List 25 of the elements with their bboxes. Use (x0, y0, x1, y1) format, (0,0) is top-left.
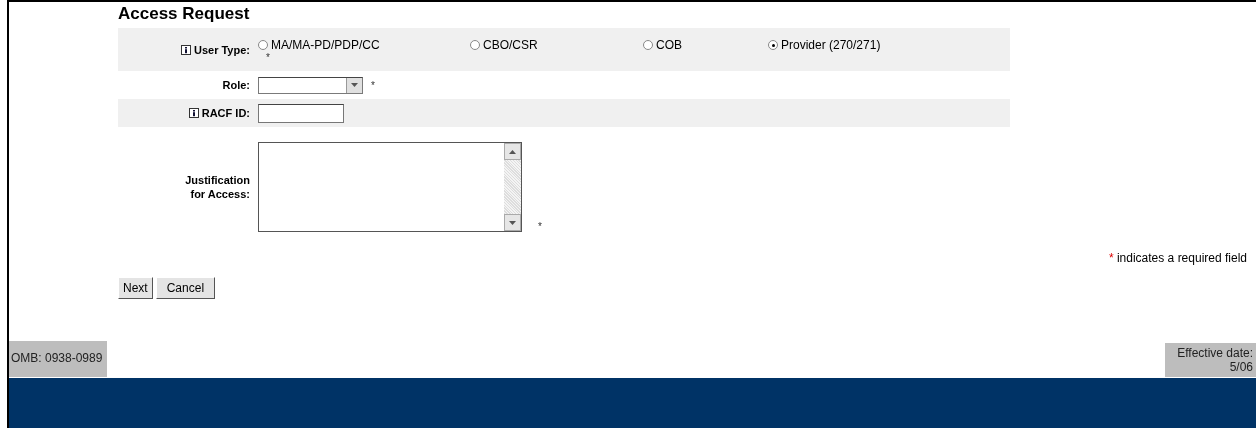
required-legend: * indicates a required field (1108, 251, 1247, 265)
required-mark: * (266, 52, 271, 63)
next-button[interactable]: Next (118, 277, 153, 299)
required-mark: * (538, 221, 542, 232)
field-label: Justification for Access: (184, 173, 250, 201)
page-title: Access Request (118, 4, 251, 24)
scroll-up-icon (509, 149, 516, 154)
scroll-down-icon (509, 220, 516, 225)
radio-option[interactable]: MA/MA-PD/PDP/CC (258, 38, 470, 52)
cancel-button[interactable]: Cancel (155, 277, 216, 299)
field-label: User Type: (193, 43, 250, 56)
role-dropdown[interactable] (258, 76, 363, 94)
justification-field[interactable] (258, 142, 522, 232)
caret-icon (351, 83, 358, 87)
field-label: Role: (222, 79, 250, 91)
field-label: RACF ID: (201, 107, 250, 119)
effective-date: Effective date: 5/06 (1165, 343, 1256, 377)
radio-option[interactable]: COB (643, 38, 768, 52)
required-mark: * (371, 79, 375, 91)
radio-option[interactable]: Provider (270/271) (768, 38, 968, 52)
info-icon[interactable] (188, 108, 199, 118)
omb-number: OMB: 0938-0989 (9, 341, 108, 377)
racf-id-field[interactable] (258, 103, 344, 123)
info-icon[interactable] (180, 44, 191, 55)
radio-option[interactable]: CBO/CSR (470, 38, 643, 52)
